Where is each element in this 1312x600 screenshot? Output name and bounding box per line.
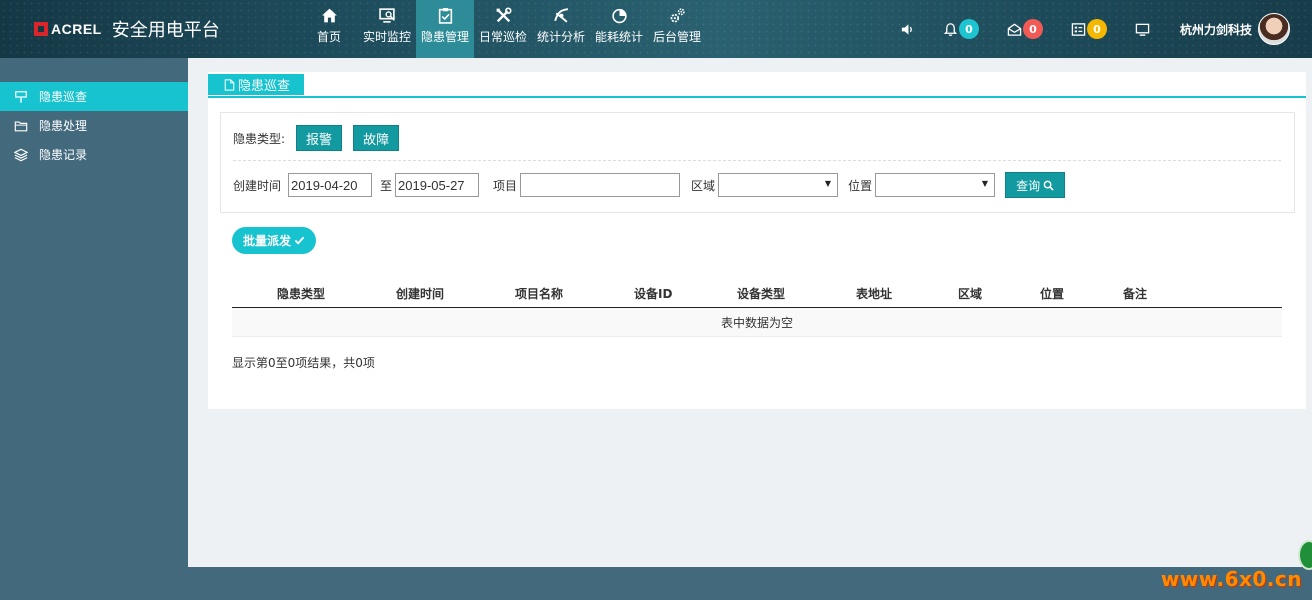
date-from-input[interactable] <box>288 173 373 197</box>
logo[interactable]: ACREL 安全用电平台 <box>34 16 220 42</box>
logo-mark-icon <box>34 22 48 36</box>
batch-dispatch-label: 批量派发 <box>242 234 291 248</box>
date-to-input[interactable] <box>395 173 480 197</box>
mail-open-icon <box>1007 23 1022 36</box>
query-button[interactable]: 查询 <box>1005 172 1066 198</box>
top-header: ACREL 安全用电平台 首页 实时监控 隐患管理 日常巡检 统计分析 能耗统计 <box>0 0 1312 58</box>
nav-backend-management-label: 后台管理 <box>652 30 701 44</box>
alarm-type-button[interactable]: 报警 <box>296 125 343 151</box>
nav-daily-inspection-label: 日常巡检 <box>478 30 527 44</box>
nav-statistics[interactable]: 统计分析 <box>532 0 590 58</box>
hazard-inspection-panel: 隐患巡查 隐患类型: 报警 故障 创建时间 至 项目 区域 位置 <box>208 72 1306 409</box>
notifications-badge: 0 <box>958 19 979 39</box>
panel-tab-label: 隐患巡查 <box>238 79 291 94</box>
bell-icon <box>943 22 958 36</box>
search-row: 创建时间 至 项目 区域 位置 查询 <box>233 172 1066 198</box>
batch-dispatch-button[interactable]: 批量派发 <box>232 227 316 254</box>
notifications-button[interactable]: 0 <box>943 19 979 39</box>
speaker-icon <box>901 23 912 35</box>
document-icon <box>224 78 235 91</box>
column-header-project-name[interactable]: 项目名称 <box>515 285 563 302</box>
sidebar: 隐患巡查 隐患处理 隐患记录 <box>0 82 188 169</box>
sidebar-item-hazard-inspection[interactable]: 隐患巡查 <box>0 82 188 111</box>
monitor-icon <box>378 8 395 23</box>
column-header-area[interactable]: 区域 <box>958 285 982 302</box>
column-header-device-id[interactable]: 设备ID <box>634 285 672 302</box>
home-icon <box>321 8 337 23</box>
header-right: 0 0 0 杭州力剑科技 <box>872 0 1290 58</box>
fault-type-button[interactable]: 故障 <box>353 125 400 151</box>
nav-home-label: 首页 <box>316 30 341 44</box>
column-header-remarks[interactable]: 备注 <box>1123 285 1147 302</box>
column-header-hazard-type[interactable]: 隐患类型 <box>277 285 325 302</box>
column-header-created-time[interactable]: 创建时间 <box>396 285 444 302</box>
hazard-type-row: 隐患类型: 报警 故障 <box>233 125 400 151</box>
avatar[interactable] <box>1258 13 1290 45</box>
screen-icon <box>1135 23 1150 36</box>
nav-statistics-label: 统计分析 <box>536 30 585 44</box>
table-header: 隐患类型 创建时间 项目名称 设备ID 设备类型 表地址 区域 位置 备注 <box>232 279 1282 308</box>
sidebar-item-hazard-handling[interactable]: 隐患处理 <box>0 111 188 140</box>
messages-badge: 0 <box>1022 19 1043 39</box>
main-content: 隐患巡查 隐患类型: 报警 故障 创建时间 至 项目 区域 位置 <box>188 58 1312 567</box>
project-input[interactable] <box>520 173 681 197</box>
column-header-meter-address[interactable]: 表地址 <box>856 285 892 302</box>
gears-icon <box>670 8 685 23</box>
screen-button[interactable] <box>1135 22 1150 37</box>
clipboard-check-icon <box>438 8 452 24</box>
user-name[interactable]: 杭州力剑科技 <box>1180 21 1252 38</box>
sidebar-item-label: 隐患巡查 <box>39 90 88 104</box>
grid-list-icon <box>1071 22 1086 36</box>
messages-button[interactable]: 0 <box>1007 19 1043 39</box>
hazard-type-label: 隐患类型: <box>233 131 286 146</box>
main-nav: 首页 实时监控 隐患管理 日常巡检 统计分析 能耗统计 后台管理 <box>300 0 706 58</box>
tasks-button[interactable]: 0 <box>1071 19 1107 39</box>
nav-hazard-management[interactable]: 隐患管理 <box>416 0 474 58</box>
nav-energy-statistics[interactable]: 能耗统计 <box>590 0 648 58</box>
tasks-badge: 0 <box>1086 19 1107 39</box>
nav-home[interactable]: 首页 <box>300 0 358 58</box>
nav-hazard-management-label: 隐患管理 <box>420 30 469 44</box>
table-empty-row: 表中数据为空 <box>232 308 1282 337</box>
watermark: www.6x0.cn <box>1160 567 1302 591</box>
layers-icon <box>14 148 28 161</box>
logo-text: ACREL <box>51 21 102 37</box>
sidebar-item-label: 隐患记录 <box>39 148 88 162</box>
nav-backend-management[interactable]: 后台管理 <box>648 0 706 58</box>
sidebar-item-hazard-records[interactable]: 隐患记录 <box>0 140 188 169</box>
nav-energy-statistics-label: 能耗统计 <box>594 30 643 44</box>
sidebar-item-label: 隐患处理 <box>39 119 88 133</box>
nav-realtime-monitor-label: 实时监控 <box>362 30 411 44</box>
table-empty-text: 表中数据为空 <box>720 315 793 330</box>
nav-daily-inspection[interactable]: 日常巡检 <box>474 0 532 58</box>
hazard-inspect-icon <box>15 90 27 103</box>
area-select[interactable] <box>718 173 839 197</box>
panel-tab[interactable]: 隐患巡查 <box>208 74 305 95</box>
sound-toggle[interactable] <box>900 22 915 37</box>
area-label: 区域 <box>691 178 716 193</box>
hazard-table: 隐患类型 创建时间 项目名称 设备ID 设备类型 表地址 区域 位置 备注 表中… <box>232 279 1282 337</box>
date-to-separator: 至 <box>380 178 393 193</box>
search-icon <box>1043 180 1054 191</box>
location-select[interactable] <box>875 173 996 197</box>
filter-box: 隐患类型: 报警 故障 创建时间 至 项目 区域 位置 查询 <box>220 112 1295 213</box>
created-time-label: 创建时间 <box>233 178 282 193</box>
check-icon <box>294 236 305 245</box>
panel-divider <box>208 96 1306 98</box>
location-label: 位置 <box>848 178 873 193</box>
app-title: 安全用电平台 <box>111 20 220 41</box>
table-info: 显示第0至0项结果，共0项 <box>232 356 375 370</box>
folder-icon <box>14 120 28 131</box>
project-label: 项目 <box>493 178 518 193</box>
column-header-location[interactable]: 位置 <box>1040 285 1064 302</box>
nav-realtime-monitor[interactable]: 实时监控 <box>358 0 416 58</box>
query-button-label: 查询 <box>1016 178 1041 193</box>
filter-divider <box>233 160 1281 161</box>
tools-icon <box>496 7 512 23</box>
analysis-icon <box>553 8 568 23</box>
pie-chart-icon <box>611 8 627 24</box>
column-header-device-type[interactable]: 设备类型 <box>737 285 785 302</box>
